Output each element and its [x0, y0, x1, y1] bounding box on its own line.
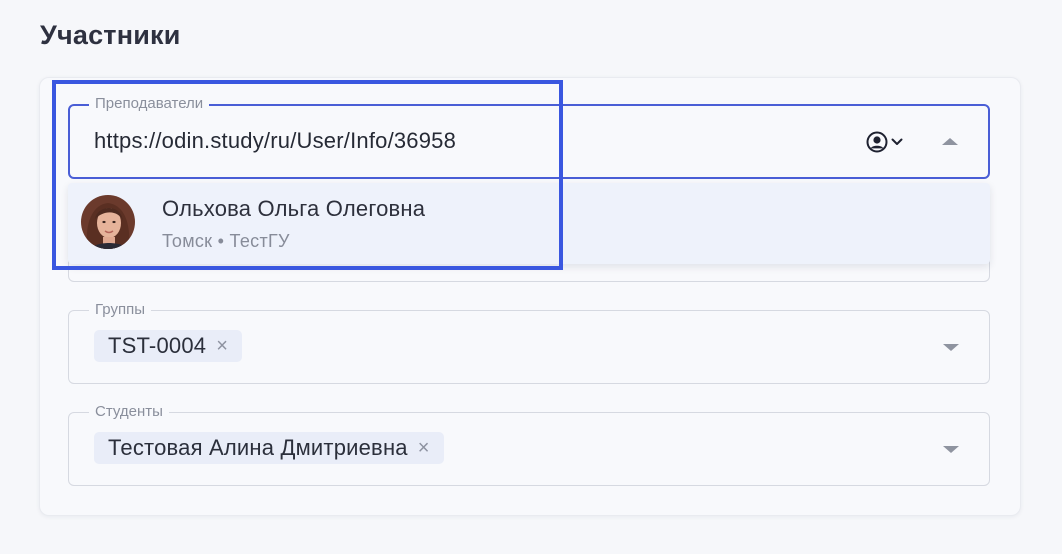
groups-label: Группы [89, 301, 151, 319]
teacher-suggestion-dropdown[interactable]: Ольхова Ольга Олеговна Томск • ТестГУ [68, 183, 990, 264]
student-chip-label: Тестовая Алина Дмитриевна [108, 435, 408, 460]
avatar [81, 195, 135, 249]
suggestion-meta: Томск • ТестГУ [162, 231, 290, 251]
teachers-field[interactable]: Преподаватели https://odin.study/ru/User… [68, 95, 990, 179]
students-field[interactable]: Студенты Тестовая Алина Дмитриевна × [68, 403, 990, 486]
students-label: Студенты [89, 403, 169, 421]
caret-up-icon[interactable] [942, 138, 958, 145]
student-chip: Тестовая Алина Дмитриевна × [94, 432, 444, 464]
group-chip: TST-0004 × [94, 330, 243, 362]
user-circle-icon [866, 131, 888, 158]
page-title: Участники [40, 20, 181, 50]
close-icon[interactable]: × [216, 336, 228, 356]
teachers-input[interactable]: https://odin.study/ru/User/Info/36958 [94, 128, 456, 154]
person-filter-toggle[interactable] [866, 131, 904, 158]
teachers-label: Преподаватели [89, 95, 210, 113]
groups-field[interactable]: Группы TST-0004 × [68, 301, 990, 384]
caret-down-icon[interactable] [943, 446, 959, 453]
chevron-down-icon [890, 135, 904, 154]
caret-down-icon[interactable] [943, 344, 959, 351]
suggestion-name: Ольхова Ольга Олеговна [162, 196, 426, 221]
group-chip-label: TST-0004 [108, 333, 207, 358]
close-icon[interactable]: × [418, 438, 430, 458]
